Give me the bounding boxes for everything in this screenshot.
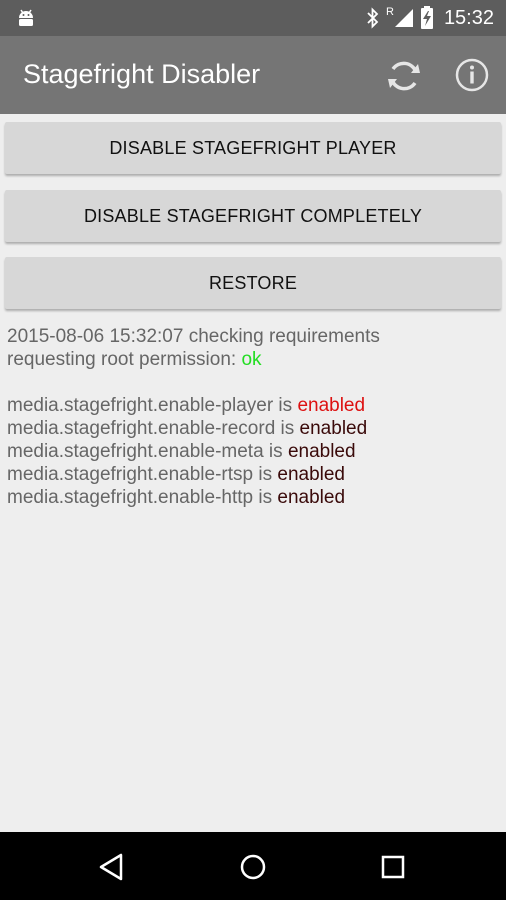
prop-status: enabled xyxy=(297,395,366,416)
recents-icon[interactable] xyxy=(378,852,408,882)
prop-label: media.stagefright.enable-http is xyxy=(7,487,278,508)
prop-line-meta: media.stagefright.enable-meta is enabled xyxy=(7,440,497,463)
prop-line-rtsp: media.stagefright.enable-rtsp is enabled xyxy=(7,463,497,486)
bluetooth-icon xyxy=(367,7,379,29)
android-notification-icon xyxy=(19,9,33,26)
roaming-indicator: R xyxy=(385,6,394,18)
battery-charging-icon xyxy=(420,6,433,29)
back-icon[interactable] xyxy=(97,852,127,882)
navigation-bar xyxy=(0,832,506,900)
prop-label: media.stagefright.enable-meta is xyxy=(7,441,288,462)
prop-status: enabled xyxy=(287,441,356,462)
info-icon[interactable] xyxy=(454,57,490,93)
status-bar: R 15:32 xyxy=(0,0,506,36)
signal-icon xyxy=(394,9,413,27)
log-line-root-permission: requesting root permission: ok xyxy=(7,348,497,371)
prop-status: enabled xyxy=(299,418,368,439)
disable-completely-button[interactable]: DISABLE STAGEFRIGHT COMPLETELY xyxy=(5,190,501,242)
prop-line-player: media.stagefright.enable-player is enabl… xyxy=(7,394,497,417)
restore-button[interactable]: RESTORE xyxy=(5,257,501,309)
clock: 15:32 xyxy=(443,6,494,29)
prop-status: enabled xyxy=(277,464,345,485)
log-line-requirements: 2015-08-06 15:32:07 checking requirement… xyxy=(7,326,380,347)
prop-label: media.stagefright.enable-record is xyxy=(7,418,300,439)
root-permission-label: requesting root permission: xyxy=(7,349,242,370)
home-icon[interactable] xyxy=(238,852,268,882)
prop-label: media.stagefright.enable-rtsp is xyxy=(7,464,278,485)
prop-line-http: media.stagefright.enable-http is enabled xyxy=(7,486,497,509)
app-title: Stagefright Disabler xyxy=(23,59,261,89)
root-permission-status: ok xyxy=(241,349,262,370)
log-output: 2015-08-06 15:32:07 checking requirement… xyxy=(7,325,497,509)
prop-label: media.stagefright.enable-player is xyxy=(7,395,298,416)
refresh-icon[interactable] xyxy=(384,56,424,96)
log-blank-line xyxy=(7,371,497,394)
prop-line-record: media.stagefright.enable-record is enabl… xyxy=(7,417,497,440)
disable-player-button[interactable]: DISABLE STAGEFRIGHT PLAYER xyxy=(5,122,501,174)
prop-status: enabled xyxy=(277,487,346,508)
app-bar: Stagefright Disabler xyxy=(0,36,506,114)
